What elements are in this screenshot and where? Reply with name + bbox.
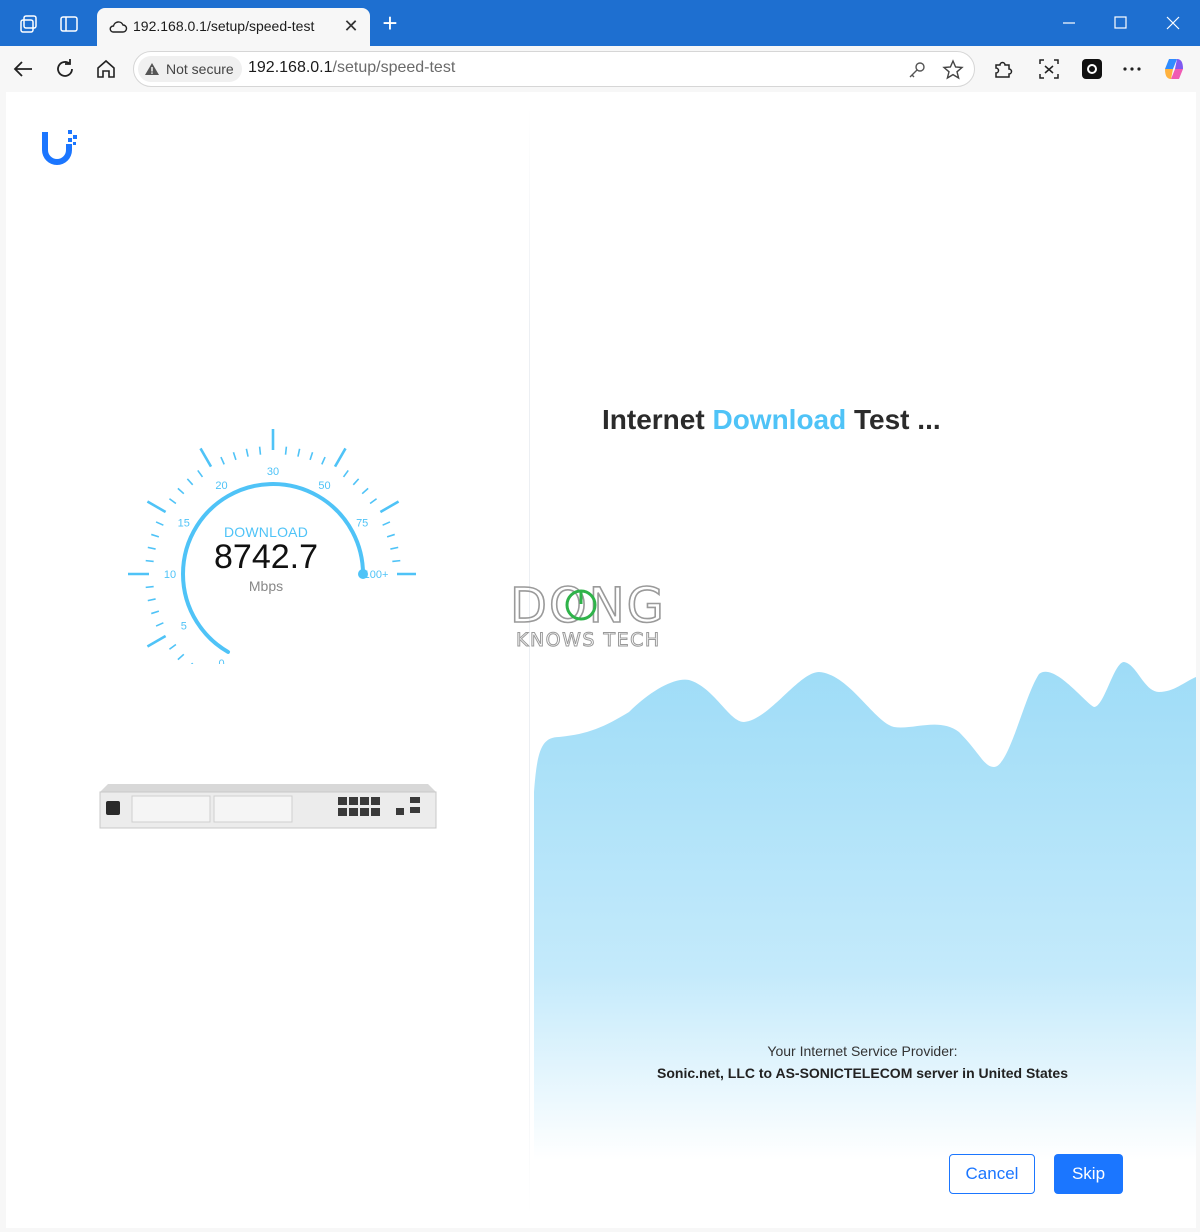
url-path: /setup/speed-test xyxy=(332,59,456,76)
window-frame-bottom xyxy=(0,1228,1200,1232)
screenshot-icon[interactable] xyxy=(1036,56,1062,82)
gauge-scale-label: 20 xyxy=(215,480,227,492)
maximize-icon[interactable] xyxy=(1106,10,1136,36)
gauge-minor-tick xyxy=(220,456,225,465)
gauge-minor-tick xyxy=(369,498,378,505)
gauge-minor-tick xyxy=(321,456,326,465)
address-bar[interactable]: Not secure 192.168.0.1/setup/speed-test xyxy=(133,51,975,87)
workspaces-icon[interactable] xyxy=(18,13,40,35)
gauge-scale-label: 5 xyxy=(181,621,187,633)
watermark-logo: DONG KNOWS TECH xyxy=(509,578,666,652)
cloud-icon xyxy=(109,21,128,33)
gauge-minor-tick xyxy=(352,478,360,486)
home-icon[interactable] xyxy=(93,56,119,82)
warning-icon xyxy=(145,63,159,75)
test-heading: Internet Download Test ... xyxy=(602,404,941,436)
minimize-icon[interactable] xyxy=(1054,10,1084,36)
browser-tab[interactable]: 192.168.0.1/setup/speed-test ✕ xyxy=(97,8,370,46)
gauge-major-tick xyxy=(333,447,347,468)
cancel-button[interactable]: Cancel xyxy=(949,1154,1035,1194)
browser-toolbar: Not secure 192.168.0.1/setup/speed-test xyxy=(0,46,1200,92)
security-indicator[interactable]: Not secure xyxy=(138,56,242,82)
gauge-minor-tick xyxy=(155,622,164,627)
close-window-icon[interactable] xyxy=(1158,10,1188,36)
heading-part1: Internet xyxy=(602,404,713,435)
gauge-minor-tick xyxy=(168,643,177,650)
gauge-minor-tick xyxy=(361,487,369,495)
gauge-minor-tick xyxy=(309,452,314,461)
window-frame-right xyxy=(1196,92,1200,1232)
browser-titlebar: 192.168.0.1/setup/speed-test ✕ + xyxy=(0,0,1200,46)
new-tab-icon[interactable]: + xyxy=(378,10,402,36)
gauge-scale-label: 50 xyxy=(318,480,330,492)
copilot-icon[interactable] xyxy=(1161,56,1187,82)
gauge-minor-tick xyxy=(177,487,185,495)
extensions-icon[interactable] xyxy=(990,56,1016,82)
svg-text:DONG: DONG xyxy=(510,578,666,634)
gauge-minor-tick xyxy=(342,469,349,478)
gauge-minor-tick xyxy=(190,662,194,664)
gauge-minor-tick xyxy=(297,448,301,457)
setup-page: 05101520305075100+ DOWNLOAD 8742.7 Mbps … xyxy=(6,92,1196,1228)
gauge-minor-tick xyxy=(147,598,156,602)
gauge-minor-tick xyxy=(168,498,177,505)
url-text[interactable]: 192.168.0.1/setup/speed-test xyxy=(248,59,455,77)
gauge-minor-tick xyxy=(186,478,194,486)
gauge-scale-label: 30 xyxy=(267,466,279,478)
tab-close-icon[interactable]: ✕ xyxy=(342,16,360,36)
favorite-star-icon[interactable] xyxy=(942,59,964,81)
security-label: Not secure xyxy=(166,61,234,77)
password-key-icon[interactable] xyxy=(906,59,928,81)
speed-value: 8742.7 xyxy=(214,538,318,576)
isp-label: Your Internet Service Provider: xyxy=(767,1043,958,1059)
vertical-tabs-icon[interactable] xyxy=(58,13,80,35)
heading-highlight: Download xyxy=(712,404,847,435)
refresh-icon[interactable] xyxy=(52,56,78,82)
heading-part2: Test ... xyxy=(846,404,941,435)
gauge-minor-tick xyxy=(232,452,237,461)
isp-value: Sonic.net, LLC to AS-SONICTELECOM server… xyxy=(657,1065,1068,1081)
tab-title: 192.168.0.1/setup/speed-test xyxy=(133,18,315,34)
skip-button[interactable]: Skip xyxy=(1054,1154,1123,1194)
gauge-major-tick xyxy=(146,634,167,648)
gauge-major-tick xyxy=(379,500,400,514)
extension-d-icon[interactable] xyxy=(1079,56,1105,82)
back-icon[interactable] xyxy=(11,56,37,82)
download-throughput-graph xyxy=(534,662,1196,1228)
gauge-minor-tick xyxy=(177,653,185,661)
svg-text:KNOWS TECH: KNOWS TECH xyxy=(516,629,661,651)
gauge-minor-tick xyxy=(245,448,249,457)
ubiquiti-logo xyxy=(42,130,77,165)
gauge-minor-tick xyxy=(258,446,262,455)
gauge-minor-tick xyxy=(284,446,288,455)
gauge-scale-label: 0 xyxy=(218,658,224,664)
gauge-minor-tick xyxy=(197,469,204,478)
gauge-major-tick xyxy=(146,500,167,514)
more-menu-icon[interactable] xyxy=(1119,56,1145,82)
gateway-device-image xyxy=(99,784,437,829)
gauge-minor-tick xyxy=(151,610,160,615)
url-host: 192.168.0.1 xyxy=(248,59,333,76)
gauge-major-tick xyxy=(199,447,213,468)
speed-unit: Mbps xyxy=(248,578,284,594)
